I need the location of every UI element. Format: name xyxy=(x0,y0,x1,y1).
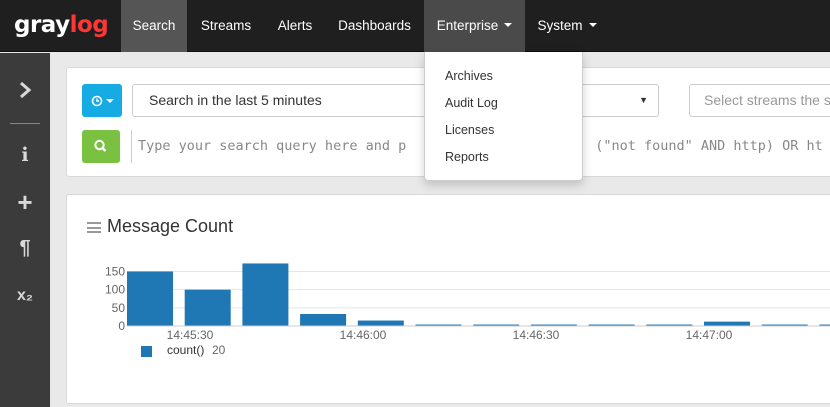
subscript-icon[interactable]: x₂ xyxy=(0,287,50,305)
search-button[interactable] xyxy=(82,130,120,163)
sidebar: i + ¶ x₂ xyxy=(0,53,50,407)
time-range-value: Search in the last 5 minutes xyxy=(149,92,322,108)
query-placeholder-tail: ("not found" AND http) OR ht xyxy=(595,138,823,154)
chevron-right-icon[interactable] xyxy=(0,81,50,104)
y-tick-label: 0 xyxy=(118,319,125,333)
nav-enterprise[interactable]: Enterprise xyxy=(424,0,525,52)
chart-bar xyxy=(242,263,289,326)
info-icon[interactable]: i xyxy=(0,144,50,166)
chart-bar xyxy=(127,271,173,326)
y-tick-label: 50 xyxy=(112,301,126,315)
menu-item-archives[interactable]: Archives xyxy=(445,69,493,83)
plus-icon[interactable]: + xyxy=(0,188,50,216)
chart-bar xyxy=(357,320,404,326)
chart-bar xyxy=(300,314,347,326)
nav-dashboards[interactable]: Dashboards xyxy=(327,0,422,52)
x-tick-label: 14:45:30 xyxy=(167,328,214,342)
legend-swatch xyxy=(141,346,152,357)
nav-alerts[interactable]: Alerts xyxy=(265,0,325,52)
menu-item-licenses[interactable]: Licenses xyxy=(445,123,494,137)
chart-bar xyxy=(184,289,231,326)
search-icon xyxy=(94,139,107,152)
top-navbar: graylog Search Streams Alerts Dashboards… xyxy=(0,0,830,52)
y-tick-label: 100 xyxy=(105,283,125,297)
menu-item-audit-log[interactable]: Audit Log xyxy=(445,96,498,110)
select-arrow-icon: ▼ xyxy=(639,95,648,105)
nav-search[interactable]: Search xyxy=(121,0,187,52)
logo-text-log: log xyxy=(69,12,109,38)
legend-value: 20 xyxy=(212,343,226,357)
paragraph-icon[interactable]: ¶ xyxy=(0,237,50,260)
nav-system[interactable]: System xyxy=(527,0,607,52)
message-count-widget: Message Count 150 100 50 0 14:45:30 14:46:00 1… xyxy=(66,194,830,404)
time-range-picker-button[interactable] xyxy=(82,84,122,117)
clock-icon xyxy=(91,95,102,106)
caret-down-icon xyxy=(588,23,597,28)
nav-enterprise-label: Enterprise xyxy=(436,18,499,33)
logo-text-gray: gray xyxy=(14,12,70,38)
nav-system-label: System xyxy=(537,18,583,33)
message-count-chart: 150 100 50 0 14:45:30 14:46:00 14:46:30 14:47:0… xyxy=(105,263,830,342)
streams-select[interactable]: Select streams the s xyxy=(689,84,830,117)
caret-down-icon xyxy=(105,98,114,103)
x-tick-label: 14:46:30 xyxy=(513,328,560,342)
y-tick-label: 150 xyxy=(105,264,125,278)
menu-item-reports[interactable]: Reports xyxy=(445,150,489,164)
chevron-right-svg xyxy=(20,81,32,99)
x-tick-label: 14:46:00 xyxy=(340,328,387,342)
enterprise-dropdown-menu: Archives Audit Log Licenses Reports xyxy=(424,52,583,181)
sidebar-divider xyxy=(10,123,40,124)
caret-down-icon xyxy=(504,23,513,28)
nav-streams[interactable]: Streams xyxy=(189,0,263,52)
legend-label: count() xyxy=(167,343,205,357)
graylog-logo[interactable]: graylog xyxy=(14,9,109,41)
chart-bar xyxy=(704,321,750,326)
query-placeholder: Type your search query here and p xyxy=(138,138,407,154)
x-tick-label: 14:47:00 xyxy=(686,328,733,342)
